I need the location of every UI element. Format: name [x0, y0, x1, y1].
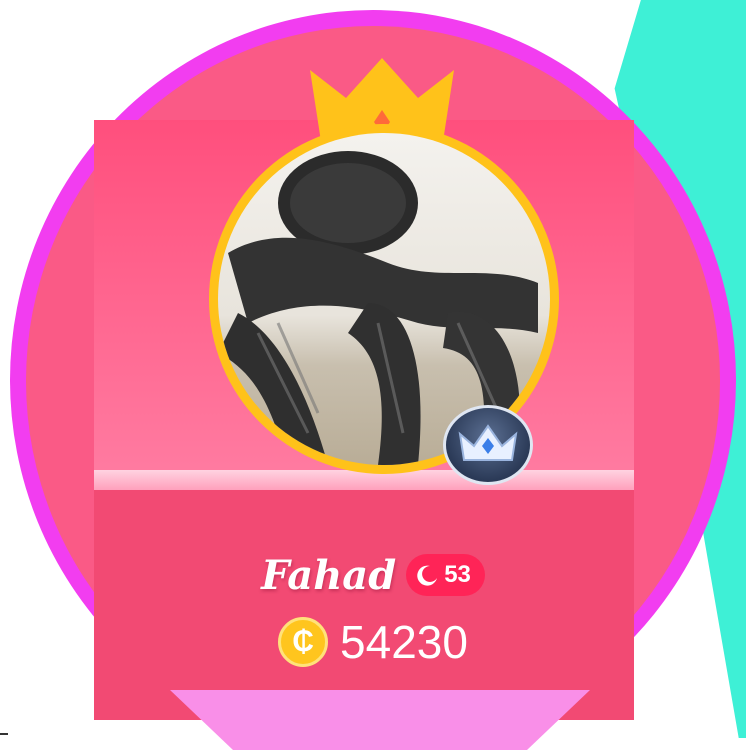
- coin-icon: ₵: [278, 617, 329, 667]
- edge-marker: [0, 733, 8, 735]
- coin-balance: 54230: [340, 616, 468, 668]
- card-stand: [170, 690, 590, 750]
- vip-crown-badge-icon: [443, 405, 533, 485]
- crescent-moon-icon: [417, 565, 438, 586]
- card-info-band: [94, 490, 634, 720]
- coin-row: ₵ 54230: [0, 612, 746, 672]
- name-row: Fahad 53: [0, 545, 746, 605]
- coin-symbol: ₵: [292, 625, 314, 658]
- level-value: 53: [444, 561, 471, 588]
- level-badge: 53: [406, 554, 485, 596]
- user-name: Fahad: [261, 551, 397, 599]
